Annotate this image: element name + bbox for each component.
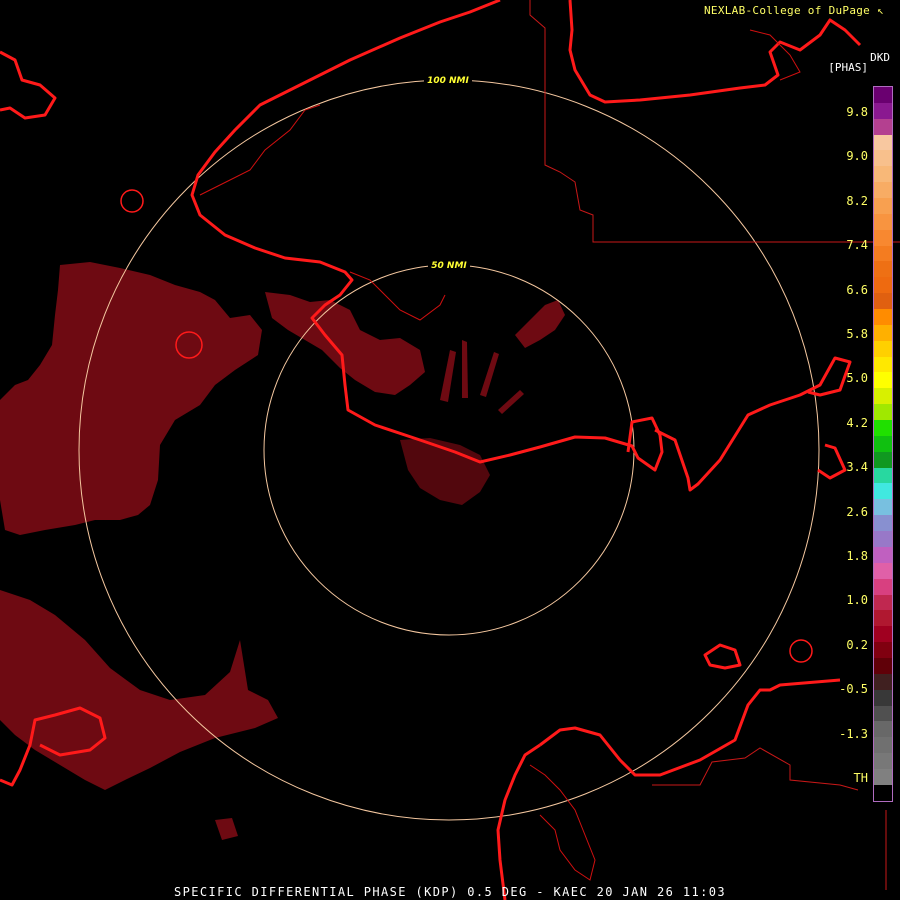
legend-swatch xyxy=(874,198,892,214)
legend-swatch xyxy=(874,578,892,595)
legend-tick-label: 6.6 xyxy=(846,282,868,297)
legend-swatch xyxy=(874,531,892,547)
legend-tick-label: 0.2 xyxy=(846,637,868,652)
legend-swatch xyxy=(874,705,892,722)
cursor-arrow-icon: ↖ xyxy=(877,4,884,17)
legend-swatch xyxy=(874,134,892,151)
echo-streak-2 xyxy=(462,340,468,398)
legend-swatch xyxy=(874,753,892,769)
legend-tick-label: 7.4 xyxy=(846,238,868,253)
units-measure: [PHAS] xyxy=(828,61,868,74)
lake-east xyxy=(789,639,813,663)
legend-swatch xyxy=(874,657,892,674)
legend-tick-label: -0.5 xyxy=(839,682,868,697)
radar-map: 100 NMI 50 NMI xyxy=(0,0,900,900)
shoreline-detail-north xyxy=(199,104,446,321)
legend-swatch xyxy=(874,213,892,230)
legend-swatch xyxy=(874,737,892,754)
legend-tick-label: 3.4 xyxy=(846,460,868,475)
legend-swatch xyxy=(874,356,892,373)
credit-text: NEXLAB-College of DuPage ↖ xyxy=(704,4,884,17)
legend-swatch xyxy=(874,293,892,310)
legend-swatch xyxy=(874,594,892,611)
legend-swatch xyxy=(874,229,892,246)
coastline-south-bay xyxy=(496,743,541,900)
legend-swatch xyxy=(874,118,892,135)
legend-swatch xyxy=(874,166,892,183)
state-borders xyxy=(529,0,900,890)
legend-swatch xyxy=(874,483,892,500)
legend-swatch xyxy=(874,340,892,357)
legend-swatch xyxy=(874,435,892,452)
legend-swatch xyxy=(874,372,892,389)
legend-tick-label: 9.0 xyxy=(846,149,868,164)
legend-swatch xyxy=(874,182,892,199)
range-ring-100-label: 100 NMI xyxy=(427,76,469,86)
legend-tick-label: 4.2 xyxy=(846,415,868,430)
echo-region-northeast xyxy=(515,300,565,348)
coastline-north-shore xyxy=(190,0,664,472)
legend-tick-label: 1.0 xyxy=(846,593,868,608)
legend-swatch xyxy=(874,784,892,801)
legend-swatch xyxy=(874,673,892,690)
radar-display: 100 NMI 50 NMI NEXLAB-College of DuPage … xyxy=(0,0,900,900)
range-ring-50-label: 50 NMI xyxy=(431,261,467,271)
legend-tick-label: 8.2 xyxy=(846,193,868,208)
coastline-east-island-lake xyxy=(703,643,742,670)
echo-streak-1 xyxy=(440,350,456,402)
legend-tick-label: 2.6 xyxy=(846,504,868,519)
legend-swatch xyxy=(874,277,892,294)
echo-region-southwest-detached xyxy=(215,818,238,840)
echo-streak-4 xyxy=(498,390,524,414)
legend-swatch xyxy=(874,388,892,405)
legend-swatch xyxy=(874,768,892,785)
legend-tick-label: 9.8 xyxy=(846,105,868,119)
legend-swatch xyxy=(874,626,892,643)
legend-tick-label: 5.0 xyxy=(846,371,868,386)
legend-swatch xyxy=(874,245,892,262)
coastline-southeast-shore xyxy=(539,678,841,777)
legend-swatch xyxy=(874,451,892,468)
coastline-northwest-lake xyxy=(0,50,57,120)
legend-swatch xyxy=(874,562,892,579)
state-border-line-north xyxy=(529,0,900,243)
echo-region-west xyxy=(0,262,262,535)
legend-swatch xyxy=(874,150,892,167)
legend-swatch xyxy=(874,404,892,421)
legend-tick-label: TH xyxy=(853,771,868,785)
shoreline-detail-south xyxy=(529,764,596,881)
legend-swatch xyxy=(874,420,892,436)
legend-swatch xyxy=(874,689,892,706)
color-legend-bar xyxy=(873,86,893,802)
legend-swatch xyxy=(874,515,892,532)
legend-tick-label: -1.3 xyxy=(839,726,868,741)
legend-swatch xyxy=(874,87,892,103)
lake-west-1 xyxy=(120,189,144,213)
state-border-line-southeast xyxy=(652,747,859,791)
legend-swatch xyxy=(874,467,892,484)
legend-swatch xyxy=(874,324,892,341)
legend-swatch xyxy=(874,309,892,325)
legend-swatch xyxy=(874,610,892,627)
legend-swatch xyxy=(874,721,892,738)
shoreline-detail-northeast xyxy=(749,29,801,81)
coastline-east-edge xyxy=(817,443,847,480)
echo-streak-3 xyxy=(480,352,499,397)
legend-swatch xyxy=(874,261,892,278)
legend-swatch xyxy=(874,642,892,658)
legend-swatch xyxy=(874,102,892,119)
units-label: DKD [PHAS] xyxy=(828,52,890,74)
legend-swatch xyxy=(874,546,892,563)
product-caption: SPECIFIC DIFFERENTIAL PHASE (KDP) 0.5 DE… xyxy=(174,885,726,899)
credit-label: NEXLAB-College of DuPage xyxy=(703,4,871,17)
legend-tick-label: 5.8 xyxy=(846,327,868,341)
legend-tick-label: 1.8 xyxy=(846,549,868,563)
echo-layer xyxy=(0,262,565,840)
range-ring-labels: 100 NMI 50 NMI xyxy=(424,74,472,271)
echo-region-southwest xyxy=(0,590,278,790)
legend-swatch xyxy=(874,499,892,516)
